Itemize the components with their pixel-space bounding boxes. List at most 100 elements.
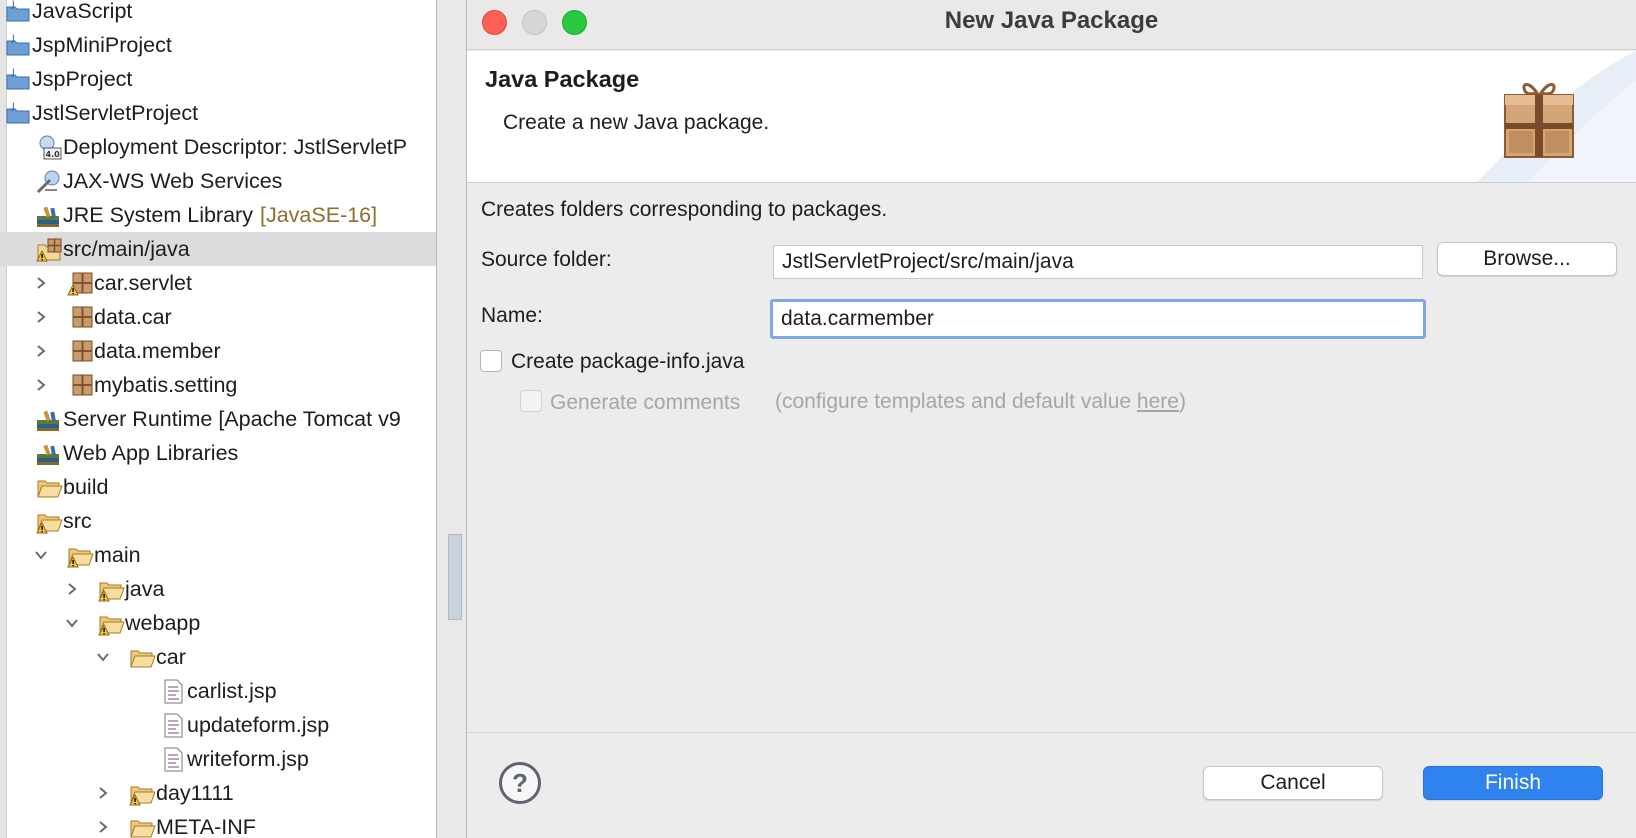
chevron-right-icon[interactable]	[32, 300, 50, 334]
tree-item-label: Server Runtime [Apache Tomcat v9	[63, 407, 401, 431]
name-label: Name:	[481, 304, 543, 327]
svg-text:J: J	[11, 102, 15, 112]
package-name-input[interactable]	[770, 299, 1426, 339]
chevron-down-icon[interactable]	[32, 538, 50, 572]
svg-text:4.0: 4.0	[46, 150, 61, 159]
package-warning-icon	[66, 270, 94, 296]
wizard-page-title: Java Package	[485, 66, 640, 92]
chevron-right-icon[interactable]	[94, 810, 112, 838]
tree-item[interactable]: J JavaScript	[0, 0, 436, 28]
library-icon	[35, 406, 63, 432]
tree-item[interactable]: JAX-WS Web Services	[0, 164, 436, 198]
package-icon	[66, 372, 94, 398]
tree-item[interactable]: data.car	[0, 300, 436, 334]
tree-item-label: JavaScript	[32, 0, 133, 23]
tree-item[interactable]: J JstlServletProject	[0, 96, 436, 130]
help-button[interactable]: ?	[499, 762, 541, 804]
tree-item-label: updateform.jsp	[187, 713, 330, 737]
tree-item-label: webapp	[125, 611, 201, 635]
chevron-right-icon[interactable]	[32, 334, 50, 368]
js-project-icon: J	[4, 0, 32, 24]
generate-comments-label: Generate comments	[550, 391, 741, 414]
tree-item[interactable]: car.servlet	[0, 266, 436, 300]
tree-item-label: data.car	[94, 305, 172, 329]
package-icon	[66, 304, 94, 330]
source-folder-icon	[35, 236, 63, 262]
chevron-down-icon[interactable]	[63, 606, 81, 640]
tree-item-label: day1111	[156, 781, 234, 805]
tree-item[interactable]: writeform.jsp	[0, 742, 436, 776]
tree-item[interactable]: car	[0, 640, 436, 674]
browse-button[interactable]: Browse...	[1437, 242, 1617, 276]
tree-item[interactable]: Web App Libraries	[0, 436, 436, 470]
java-project-icon: J	[4, 100, 32, 126]
folder-warning-icon	[128, 780, 156, 806]
folder-warning-icon	[66, 542, 94, 568]
chevron-right-icon[interactable]	[94, 776, 112, 810]
tree-item-label: JAX-WS Web Services	[63, 169, 283, 193]
folder-icon	[128, 644, 156, 670]
chevron-right-icon[interactable]	[63, 572, 81, 606]
configure-templates-link[interactable]: here	[1137, 390, 1179, 413]
tree-item[interactable]: Server Runtime [Apache Tomcat v9	[0, 402, 436, 436]
generate-comments-checkbox	[520, 390, 542, 412]
tree-item-label: java	[125, 577, 165, 601]
tree-item[interactable]: src	[0, 504, 436, 538]
package-icon	[66, 338, 94, 364]
tree-item[interactable]: 4.0 Deployment Descriptor: JstlServletP	[0, 130, 436, 164]
chevron-right-icon[interactable]	[32, 266, 50, 300]
cancel-button[interactable]: Cancel	[1203, 766, 1383, 800]
tree-item[interactable]: src/main/java	[0, 232, 436, 266]
source-folder-input[interactable]	[773, 245, 1423, 279]
project-tree: J JavaScript J JspMiniProject J JspProject J Js…	[0, 0, 436, 838]
tree-item-label: src/main/java	[63, 237, 190, 261]
chevron-down-icon[interactable]	[94, 640, 112, 674]
tree-item-label: build	[63, 475, 109, 499]
tree-item-label: META-INF	[156, 815, 256, 838]
chevron-right-icon[interactable]	[32, 368, 50, 402]
folder-warning-icon	[97, 576, 125, 602]
svg-text:J: J	[11, 0, 15, 10]
tree-item[interactable]: build	[0, 470, 436, 504]
java-project-icon: J	[4, 32, 32, 58]
jsp-file-icon	[159, 678, 187, 704]
tree-item-label: car	[156, 645, 186, 669]
tree-item[interactable]: updateform.jsp	[0, 708, 436, 742]
folder-warning-icon	[97, 610, 125, 636]
create-package-info-label[interactable]: Create package-info.java	[511, 350, 744, 374]
tree-item-label: JstlServletProject	[32, 101, 199, 125]
dialog-title: New Java Package	[944, 7, 1159, 34]
jsp-file-icon	[159, 746, 187, 772]
dialog-titlebar[interactable]: New Java Package	[467, 0, 1636, 50]
tree-item-decoration: [JavaSE-16]	[260, 203, 378, 227]
tree-item-label: carlist.jsp	[187, 679, 277, 703]
tree-item[interactable]: java	[0, 572, 436, 606]
folder-icon	[128, 814, 156, 838]
tree-item-label: mybatis.setting	[94, 373, 238, 397]
splitter-grip[interactable]	[448, 534, 462, 620]
finish-button[interactable]: Finish	[1423, 766, 1603, 800]
tree-item[interactable]: J JspMiniProject	[0, 28, 436, 62]
tree-item[interactable]: day1111	[0, 776, 436, 810]
splitter[interactable]	[437, 0, 467, 838]
svg-text:J: J	[11, 34, 15, 44]
tree-item[interactable]: mybatis.setting	[0, 368, 436, 402]
source-folder-label: Source folder:	[481, 248, 612, 271]
tree-item[interactable]: data.member	[0, 334, 436, 368]
tree-item-label: writeform.jsp	[187, 747, 309, 771]
tree-item[interactable]: META-INF	[0, 810, 436, 838]
svg-text:J: J	[11, 68, 15, 78]
tree-item[interactable]: main	[0, 538, 436, 572]
tree-item[interactable]: JRE System Library [JavaSE-16]	[0, 198, 436, 232]
new-java-package-dialog: New Java Package Java Package Create a n…	[466, 0, 1636, 838]
jsp-file-icon	[159, 712, 187, 738]
tree-item[interactable]: carlist.jsp	[0, 674, 436, 708]
tree-item[interactable]: webapp	[0, 606, 436, 640]
hint-prefix: (configure templates and default value	[775, 390, 1137, 413]
create-package-info-checkbox[interactable]	[480, 350, 502, 372]
tree-item-label: JspMiniProject	[32, 33, 172, 57]
folder-warning-icon	[35, 508, 63, 534]
project-explorer: J JavaScript J JspMiniProject J JspProject J Js…	[0, 0, 437, 838]
wizard-page-description: Create a new Java package.	[503, 111, 770, 134]
tree-item[interactable]: J JspProject	[0, 62, 436, 96]
